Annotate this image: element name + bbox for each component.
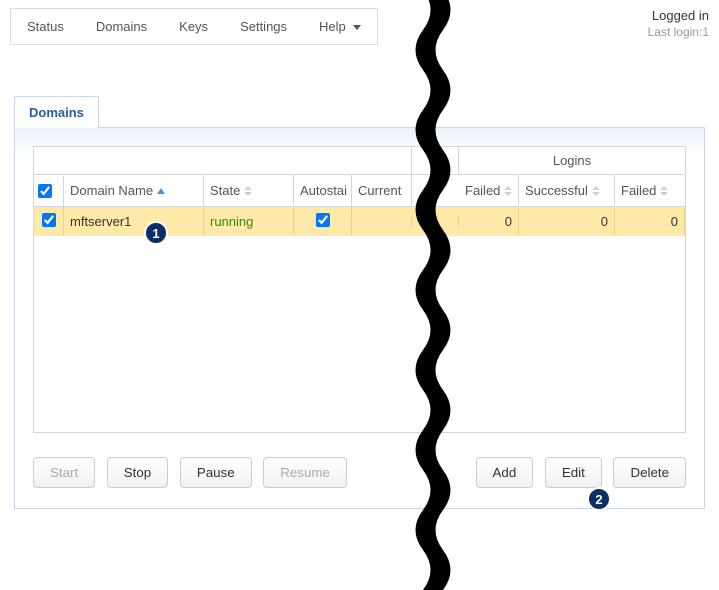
nav-domains[interactable]: Domains xyxy=(80,9,163,44)
add-button[interactable]: Add xyxy=(476,457,534,488)
sort-icon xyxy=(504,186,512,196)
sort-icon xyxy=(592,186,600,196)
header-failed[interactable]: Failed xyxy=(459,175,519,206)
callout-1: 1 xyxy=(144,221,168,245)
header-autostart[interactable]: Autostai xyxy=(294,175,352,206)
header-checkbox[interactable] xyxy=(34,176,64,206)
stop-button[interactable]: Stop xyxy=(107,457,168,488)
top-nav: Status Domains Keys Settings Help xyxy=(10,8,378,45)
cell-failed: 0 xyxy=(459,208,519,235)
cell-successful: 0 xyxy=(519,208,615,235)
sort-icon xyxy=(244,186,252,196)
nav-keys[interactable]: Keys xyxy=(163,9,224,44)
grid-body: mftserver1 running 0 0 0 xyxy=(34,207,685,432)
start-button[interactable]: Start xyxy=(33,457,95,488)
cell-current xyxy=(352,216,412,228)
tab-domains[interactable]: Domains xyxy=(14,96,99,128)
cell-state: running xyxy=(204,208,294,235)
header-state[interactable]: State xyxy=(204,175,294,206)
logged-in-text: Logged in xyxy=(648,8,709,25)
delete-button[interactable]: Delete xyxy=(613,457,686,488)
header-failed-2[interactable]: Failed xyxy=(615,175,685,206)
domains-grid: Logins Domain Name State Autostai xyxy=(33,146,686,433)
resume-button[interactable]: Resume xyxy=(263,457,347,488)
nav-help[interactable]: Help xyxy=(303,9,377,44)
sort-icon xyxy=(660,186,668,196)
nav-settings[interactable]: Settings xyxy=(224,9,303,44)
logins-group-header: Logins xyxy=(459,147,685,174)
cell-domain-name: mftserver1 xyxy=(64,208,204,235)
cell-failed-2: 0 xyxy=(615,208,685,235)
table-row[interactable]: mftserver1 running 0 0 0 xyxy=(34,207,685,236)
header-domain-name[interactable]: Domain Name xyxy=(64,175,204,206)
last-login-text: Last login:1 xyxy=(648,25,709,41)
chevron-down-icon xyxy=(353,25,361,30)
sort-asc-icon xyxy=(157,188,165,194)
edit-button[interactable]: Edit xyxy=(545,457,602,488)
left-buttons: Start Stop Pause Resume xyxy=(33,457,347,488)
tab-strip: Domains xyxy=(14,95,705,128)
grid-header: Domain Name State Autostai Current Faile… xyxy=(34,175,685,207)
login-info: Logged in Last login:1 xyxy=(648,8,709,40)
header-successful[interactable]: Successful xyxy=(519,175,615,206)
callout-2: 2 xyxy=(587,487,611,511)
nav-help-label: Help xyxy=(319,19,346,34)
domains-panel: Logins Domain Name State Autostai xyxy=(14,128,705,509)
header-current[interactable]: Current xyxy=(352,175,412,206)
nav-status[interactable]: Status xyxy=(11,9,80,44)
right-buttons: Add Edit Delete xyxy=(476,457,686,488)
row-checkbox[interactable] xyxy=(42,213,56,227)
pause-button[interactable]: Pause xyxy=(180,457,252,488)
autostart-checkbox[interactable] xyxy=(316,213,330,227)
select-all-checkbox[interactable] xyxy=(38,184,52,198)
